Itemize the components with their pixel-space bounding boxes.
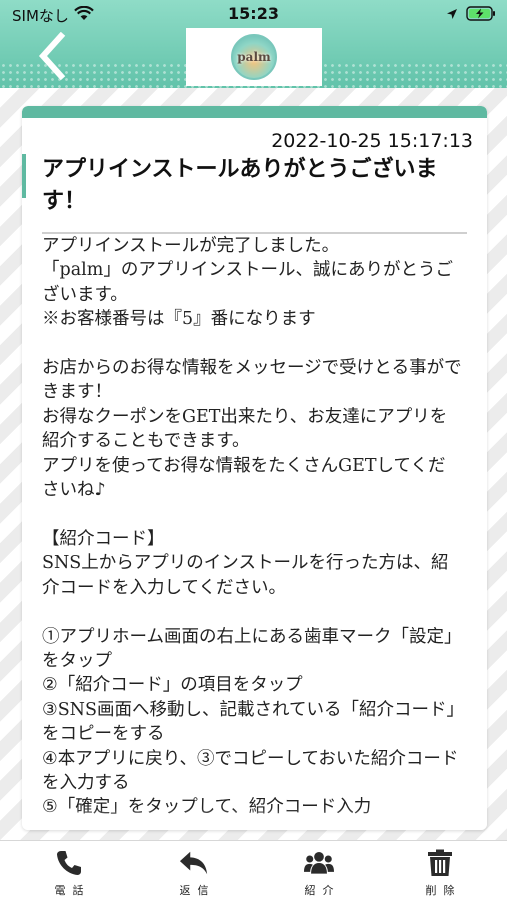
tab-phone[interactable]: 電話: [6, 841, 132, 900]
tab-phone-label: 電話: [54, 884, 91, 897]
shop-logo: palm: [186, 28, 322, 86]
clock: 15:23: [228, 4, 279, 23]
chevron-left-icon: [38, 32, 66, 80]
title-accent-bar: [22, 154, 26, 198]
users-icon: [304, 849, 334, 877]
tab-reply[interactable]: 返信: [131, 841, 257, 900]
logo-text: palm: [237, 50, 271, 64]
back-button[interactable]: [30, 30, 74, 82]
tab-reply-label: 返信: [179, 884, 216, 897]
status-bar: SIMなし 15:23: [0, 0, 507, 28]
location-arrow-icon: [447, 9, 457, 19]
trash-icon: [425, 849, 455, 877]
tab-delete[interactable]: 削除: [377, 841, 503, 900]
message-timestamp: 2022-10-25 15:17:13: [271, 130, 473, 152]
scroll-fade: [22, 808, 487, 830]
message-title: アプリインストールありがとうございます！: [42, 157, 438, 214]
tab-delete-label: 削除: [425, 884, 462, 897]
message-card: 2022-10-25 15:17:13 アプリインストールありがとうございます！…: [22, 106, 487, 830]
tab-introduce[interactable]: 紹介: [256, 841, 382, 900]
card-accent-bar: [22, 106, 487, 118]
phone-icon: [54, 849, 84, 877]
tab-bar: 電話 返信 紹介 削除: [0, 840, 507, 900]
tab-introduce-label: 紹介: [304, 884, 341, 897]
palm-logo: palm: [231, 34, 277, 80]
battery-charging-icon: [466, 6, 495, 21]
message-body: アプリインストールが完了しました。 「palm」のアプリインストール、誠にありが…: [42, 236, 462, 817]
reply-icon: [179, 849, 209, 877]
